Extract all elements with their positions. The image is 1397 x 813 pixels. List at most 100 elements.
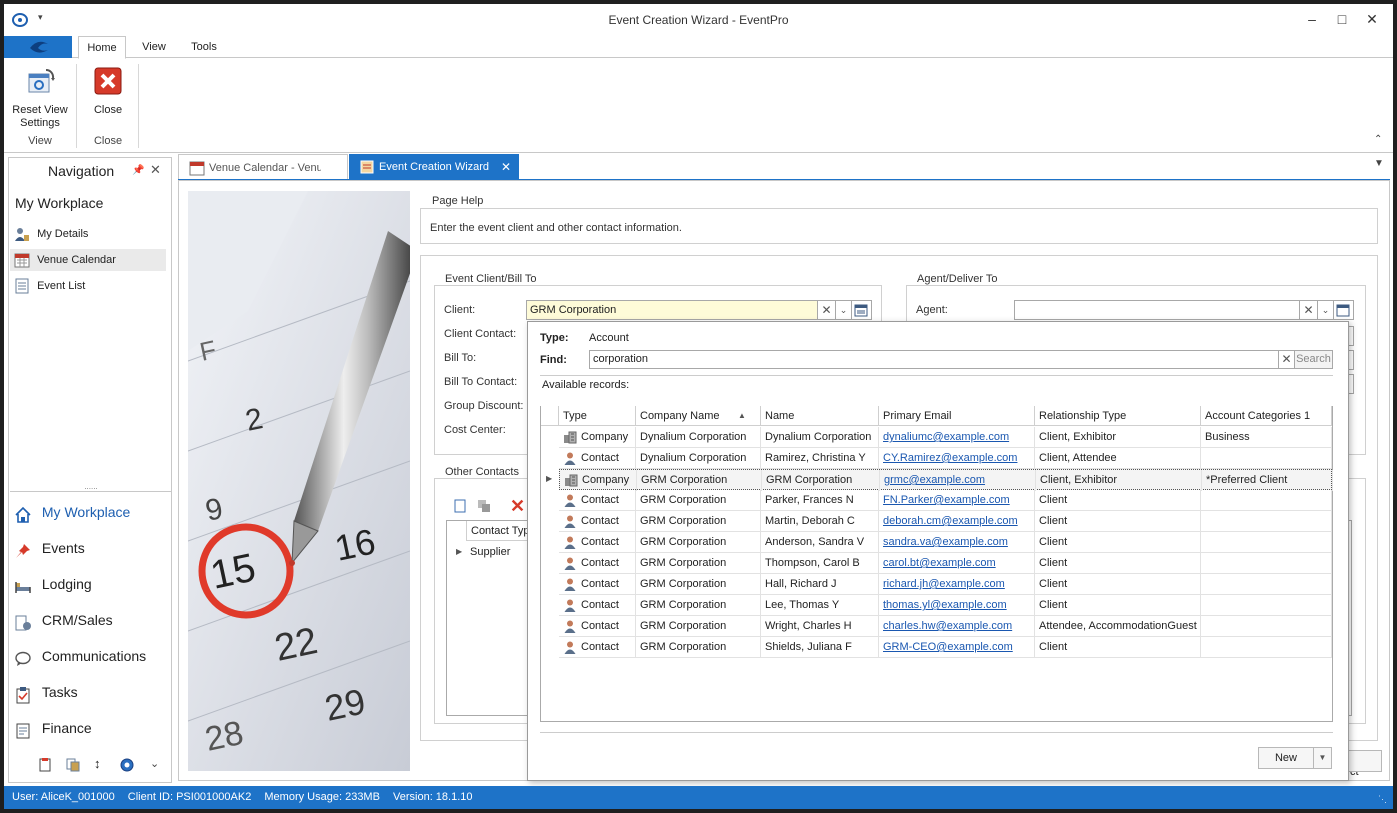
close-button[interactable]: Close [84, 64, 132, 120]
tab-home[interactable]: Home [78, 36, 126, 59]
row-expand-icon[interactable]: ▶ [456, 547, 462, 556]
cell-rel[interactable]: Client [1035, 553, 1201, 574]
cell-name[interactable]: Dynalium Corporation [761, 427, 879, 448]
pin-icon[interactable]: 📌 [132, 165, 144, 176]
cell-email[interactable]: GRM-CEO@example.com [879, 637, 1035, 658]
cell-email[interactable]: deborah.cm@example.com [879, 511, 1035, 532]
table-row[interactable]: Contact GRM Corporation Shields, Juliana F… [559, 637, 1332, 658]
cell-name[interactable]: Parker, Frances N [761, 490, 879, 511]
email-link[interactable]: charles.hw@example.com [883, 620, 1012, 632]
search-button[interactable]: Search [1295, 350, 1333, 369]
cell-company[interactable]: GRM Corporation [636, 511, 761, 532]
documents-small-icon[interactable] [66, 758, 80, 772]
minimize-icon[interactable]: – [1302, 10, 1322, 28]
cell-email[interactable]: richard.jh@example.com [879, 574, 1035, 595]
email-link[interactable]: CY.Ramirez@example.com [883, 452, 1017, 464]
notes-small-icon[interactable] [38, 758, 52, 772]
cell-cat[interactable] [1201, 616, 1332, 637]
cell-name[interactable]: Shields, Juliana F [761, 637, 879, 658]
email-link[interactable]: deborah.cm@example.com [883, 515, 1018, 527]
cell-type[interactable]: Contact [559, 448, 636, 469]
cell-cat[interactable] [1201, 490, 1332, 511]
cell-email[interactable]: thomas.yl@example.com [879, 595, 1035, 616]
module-crm-sales[interactable]: CRM/Sales [14, 605, 164, 635]
collapse-ribbon-icon[interactable]: ⌃ [1374, 134, 1382, 145]
cell-rel[interactable]: Client, Exhibitor [1035, 427, 1201, 448]
cell-type[interactable]: Contact [559, 490, 636, 511]
cell-type[interactable]: Company [559, 427, 636, 448]
email-link[interactable]: dynaliumc@example.com [883, 431, 1009, 443]
cell-rel[interactable]: Client [1035, 595, 1201, 616]
agent-input[interactable] [1014, 300, 1300, 320]
cell-company[interactable]: GRM Corporation [636, 553, 761, 574]
cell-company[interactable]: GRM Corporation [636, 532, 761, 553]
cell-company[interactable]: GRM Corporation [636, 637, 761, 658]
cell-type[interactable]: Contact [559, 616, 636, 637]
cell-rel[interactable]: Client, Attendee [1035, 448, 1201, 469]
cell-rel[interactable]: Client [1035, 574, 1201, 595]
table-row[interactable]: Company Dynalium Corporation Dynalium Corp… [559, 427, 1332, 448]
client-clear-icon[interactable]: ✕ [818, 300, 836, 320]
cell-email[interactable]: carol.bt@example.com [879, 553, 1035, 574]
table-row[interactable]: Contact GRM Corporation Lee, Thomas Y thoma… [559, 595, 1332, 616]
col-header-type[interactable]: Type [559, 406, 636, 426]
cell-company[interactable]: GRM Corporation [636, 574, 761, 595]
col-header-name[interactable]: Name [761, 406, 879, 426]
table-row[interactable]: Contact Dynalium Corporation Ramirez, Chri… [559, 448, 1332, 469]
cell-cat[interactable] [1201, 574, 1332, 595]
cell-rel[interactable]: Client [1035, 532, 1201, 553]
client-dropdown-icon[interactable]: ⌄ [836, 300, 852, 320]
cell-type[interactable]: Contact [559, 511, 636, 532]
cell-cat[interactable]: Business [1201, 427, 1332, 448]
cell-email[interactable]: FN.Parker@example.com [879, 490, 1035, 511]
cell-type[interactable]: Contact [559, 553, 636, 574]
cell-name[interactable]: Martin, Deborah C [761, 511, 879, 532]
more-modules-chevron-icon[interactable]: ⌄ [150, 757, 159, 770]
nav-my-details[interactable]: My Details [14, 223, 164, 245]
globe-icon[interactable] [120, 758, 134, 772]
tab-view[interactable]: View [134, 36, 174, 59]
client-input[interactable]: GRM Corporation [526, 300, 818, 320]
tab-venue-calendar[interactable]: Venue Calendar - Venue [178, 154, 348, 180]
cell-rel[interactable]: Client [1035, 490, 1201, 511]
tab-tools[interactable]: Tools [182, 36, 226, 59]
cell-type[interactable]: Contact [559, 532, 636, 553]
agent-clear-icon[interactable]: ✕ [1300, 300, 1318, 320]
splitter-handle[interactable]: ...... [10, 483, 172, 492]
cell-cat[interactable] [1201, 595, 1332, 616]
close-window-icon[interactable]: ✕ [1362, 10, 1382, 28]
cell-name[interactable]: Hall, Richard J [761, 574, 879, 595]
email-link[interactable]: FN.Parker@example.com [883, 494, 1010, 506]
cell-cat[interactable] [1201, 553, 1332, 574]
col-header-primary-email[interactable]: Primary Email [879, 406, 1035, 426]
email-link[interactable]: grmc@example.com [884, 474, 985, 486]
cell-name[interactable]: Wright, Charles H [761, 616, 879, 637]
tab-event-creation-wizard[interactable]: Event Creation Wizard ✕ [349, 154, 519, 180]
cell-type[interactable]: Contact [559, 595, 636, 616]
email-link[interactable]: carol.bt@example.com [883, 557, 996, 569]
table-row[interactable]: Contact GRM Corporation Anderson, Sandra V… [559, 532, 1332, 553]
cell-cat[interactable] [1201, 511, 1332, 532]
cell-email[interactable]: grmc@example.com [880, 470, 1036, 491]
cell-name[interactable]: Anderson, Sandra V [761, 532, 879, 553]
resize-grip-icon[interactable]: ⋱ [1378, 794, 1387, 805]
client-browse-icon[interactable] [852, 300, 872, 320]
new-contact-icon[interactable] [452, 498, 468, 514]
table-row[interactable]: Contact GRM Corporation Thompson, Carol B c… [559, 553, 1332, 574]
cell-company[interactable]: Dynalium Corporation [636, 427, 761, 448]
delete-contact-icon[interactable]: ✕ [510, 496, 525, 517]
cell-type[interactable]: Contact [559, 574, 636, 595]
finish-button-partial[interactable] [1348, 750, 1382, 772]
table-row[interactable]: Contact GRM Corporation Hall, Richard J ric… [559, 574, 1332, 595]
cell-cat[interactable]: *Preferred Client [1202, 470, 1333, 491]
cell-rel[interactable]: Client [1035, 637, 1201, 658]
tab-list-dropdown-icon[interactable]: ▼ [1374, 158, 1384, 169]
module-events[interactable]: Events [14, 533, 164, 563]
email-link[interactable]: thomas.yl@example.com [883, 599, 1007, 611]
agent-dropdown-icon[interactable]: ⌄ [1318, 300, 1334, 320]
cell-cat[interactable] [1201, 532, 1332, 553]
maximize-icon[interactable]: □ [1332, 10, 1352, 28]
find-clear-icon[interactable]: ✕ [1279, 350, 1295, 369]
nav-venue-calendar[interactable]: Venue Calendar [10, 249, 166, 271]
file-menu-button[interactable] [4, 36, 72, 58]
